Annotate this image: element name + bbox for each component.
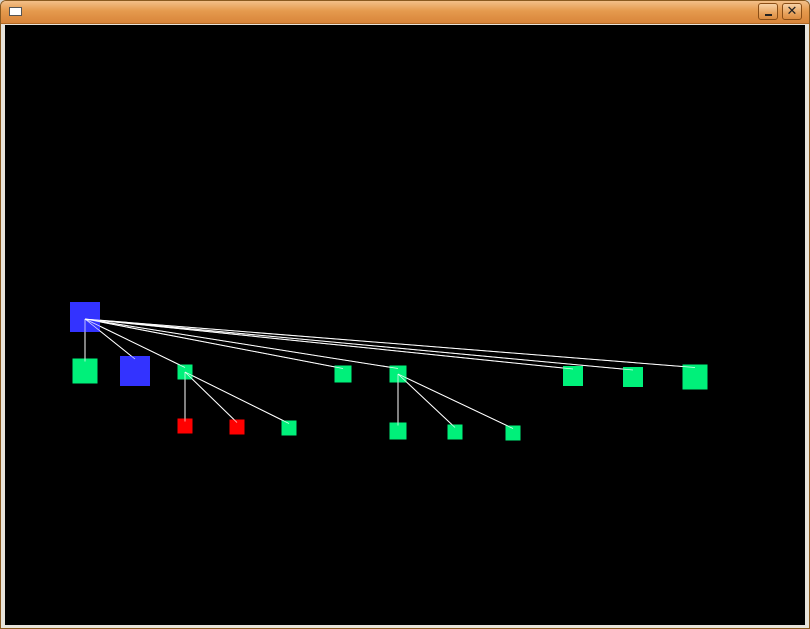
node-g6	[505, 425, 521, 441]
window-icon[interactable]	[9, 7, 22, 16]
node-c2	[120, 356, 150, 386]
nodes-layer	[70, 302, 708, 441]
close-icon: ✕	[786, 4, 798, 19]
edge-overlay-c3-g3	[184, 371, 290, 424]
edge-overlay-c3-g2	[184, 371, 238, 423]
node-g3	[281, 420, 297, 436]
minimize-icon	[765, 14, 772, 16]
edge-overlay-root-c2	[84, 318, 136, 360]
node-c1	[72, 358, 98, 384]
node-c4	[334, 365, 352, 383]
tree-diagram	[70, 302, 708, 441]
render-canvas[interactable]	[5, 25, 805, 625]
close-button[interactable]: ✕	[782, 3, 802, 20]
edge-overlay-root-c6	[84, 318, 574, 370]
node-g5	[447, 424, 463, 440]
app-window: ✕	[0, 0, 810, 629]
minimize-button[interactable]	[758, 3, 778, 20]
node-g2	[229, 419, 245, 435]
edge-overlay-root-c8	[84, 318, 696, 368]
title-bar[interactable]: ✕	[1, 1, 809, 24]
node-c8	[682, 364, 708, 390]
edge-overlay-c5-g5	[397, 373, 456, 428]
edge-overlay-c5-g6	[397, 373, 514, 429]
